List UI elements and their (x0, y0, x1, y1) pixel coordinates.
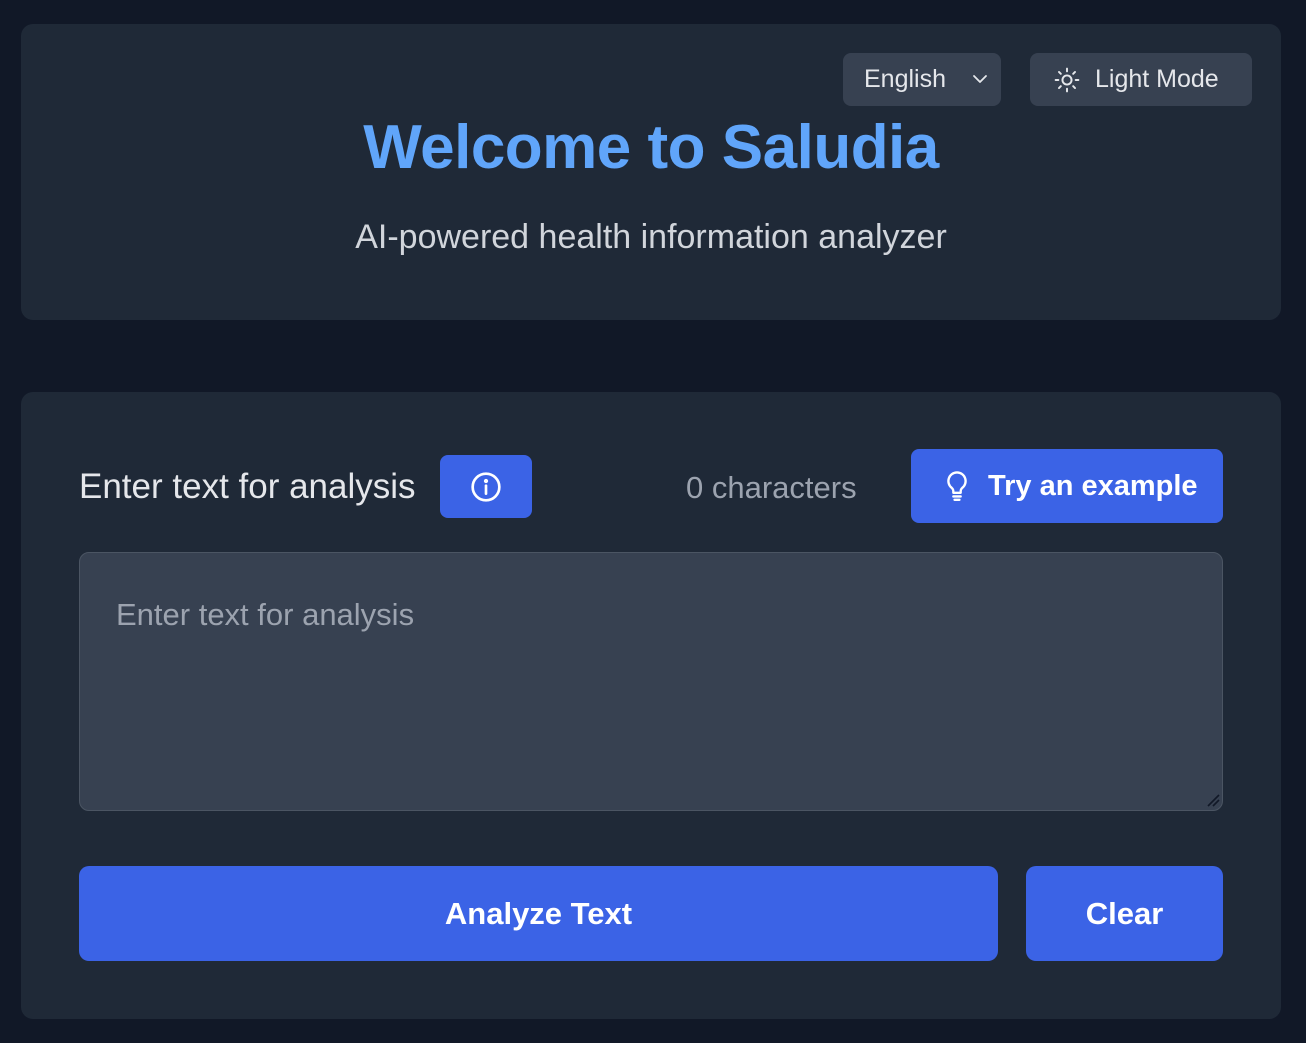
analyze-button-label: Analyze Text (444, 895, 633, 931)
header-card: English Light Mode Welcome to Saludia AI… (21, 24, 1281, 320)
analysis-textarea[interactable] (79, 552, 1223, 811)
sun-icon (1054, 67, 1080, 92)
lightbulb-icon (947, 471, 967, 501)
character-count: 0 characters (686, 470, 857, 505)
language-select[interactable]: English (843, 53, 1001, 106)
analysis-label: Enter text for analysis (79, 467, 416, 506)
resize-handle-icon[interactable] (1206, 793, 1220, 807)
analysis-card: Enter text for analysis 0 characters Try… (21, 392, 1281, 1019)
language-select-value: English (864, 65, 946, 93)
analyze-button[interactable]: Analyze Text (79, 866, 998, 961)
clear-button[interactable]: Clear (1026, 866, 1223, 961)
clear-button-label: Clear (1085, 895, 1164, 931)
chevron-down-icon (973, 75, 987, 83)
theme-toggle-label: Light Mode (1095, 65, 1219, 93)
page-subtitle: AI-powered health information analyzer (355, 218, 947, 256)
try-example-label: Try an example (988, 469, 1198, 502)
info-button[interactable] (440, 455, 532, 518)
page-title: Welcome to Saludia (363, 113, 939, 182)
theme-toggle-button[interactable]: Light Mode (1030, 53, 1252, 106)
info-icon (471, 471, 501, 502)
try-example-button[interactable]: Try an example (911, 449, 1223, 523)
